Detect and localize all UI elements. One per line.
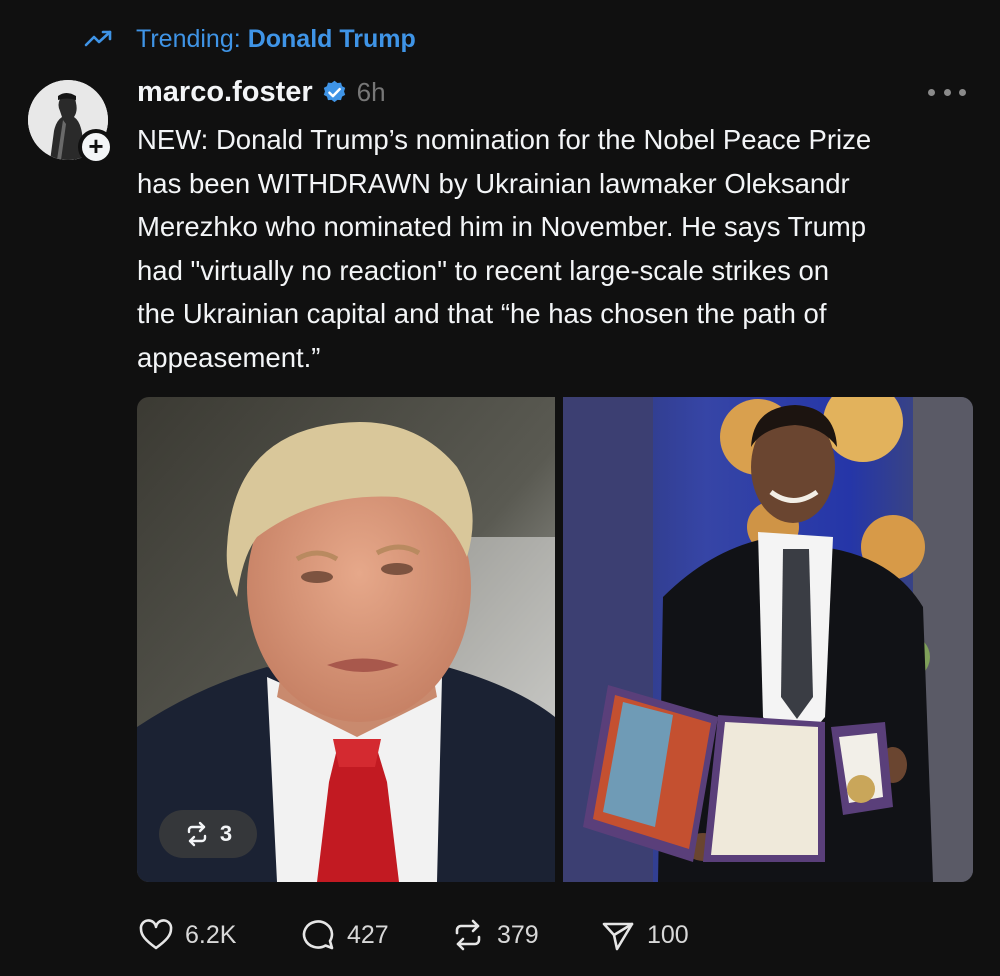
heart-icon bbox=[139, 919, 173, 950]
like-count: 6.2K bbox=[185, 920, 237, 949]
author-username[interactable]: marco.foster bbox=[137, 76, 313, 109]
repost-icon bbox=[455, 919, 481, 951]
post-image-right[interactable] bbox=[563, 397, 973, 882]
share-count: 100 bbox=[647, 920, 689, 949]
trending-link[interactable]: Trending: Donald Trump bbox=[84, 22, 416, 56]
like-button[interactable]: 6.2K bbox=[137, 912, 299, 958]
post-media-carousel[interactable]: 3 bbox=[137, 397, 973, 882]
post-actions-bar: 6.2K 427 379 100 bbox=[137, 912, 719, 958]
author-avatar-container[interactable]: + bbox=[28, 80, 114, 165]
follow-button[interactable]: + bbox=[78, 129, 114, 165]
repost-button[interactable]: 379 bbox=[449, 912, 599, 958]
photo-man-holding-nobel-diploma bbox=[563, 397, 973, 882]
send-icon bbox=[602, 922, 634, 951]
dot-icon bbox=[959, 88, 966, 96]
post-page: Trending: Donald Trump + marco.foster 6h bbox=[0, 0, 1000, 976]
media-repost-badge[interactable]: 3 bbox=[159, 810, 257, 858]
post-text: NEW: Donald Trump’s nomination for the N… bbox=[137, 124, 872, 373]
verified-badge-icon bbox=[323, 80, 345, 102]
dot-icon bbox=[943, 88, 951, 96]
plus-icon: + bbox=[88, 131, 104, 161]
trending-topic[interactable]: Donald Trump bbox=[248, 25, 416, 54]
comment-icon bbox=[302, 920, 334, 950]
trending-label: Trending: bbox=[136, 24, 241, 53]
repost-icon bbox=[187, 821, 207, 847]
trending-up-icon bbox=[84, 30, 112, 47]
repost-count: 379 bbox=[497, 920, 539, 949]
media-repost-count: 3 bbox=[219, 821, 233, 846]
more-options-button[interactable] bbox=[928, 80, 966, 104]
share-button[interactable]: 100 bbox=[599, 912, 719, 958]
post-header: marco.foster 6h bbox=[137, 72, 386, 112]
reply-button[interactable]: 427 bbox=[299, 912, 449, 958]
reply-count: 427 bbox=[347, 920, 389, 949]
dot-icon bbox=[928, 88, 935, 96]
post-timestamp: 6h bbox=[356, 76, 386, 107]
post-image-left[interactable]: 3 bbox=[137, 397, 555, 882]
